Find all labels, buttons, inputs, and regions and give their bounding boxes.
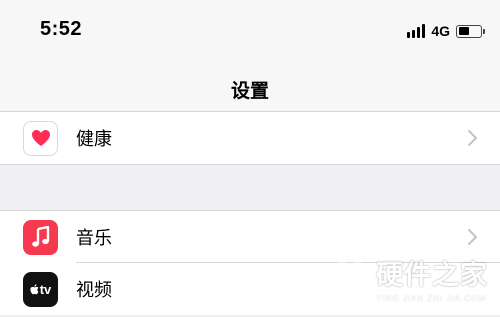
status-bar: 5:52 4G: [0, 0, 500, 62]
row-label-music: 音乐: [76, 228, 112, 248]
watermark-subtitle: YING JIAN ZHI JIA.COM: [376, 294, 486, 303]
settings-row-health[interactable]: 健康: [0, 112, 500, 164]
row-label-health: 健康: [76, 129, 112, 149]
watermark: 硬件之家 YING JIAN ZHI JIA.COM: [330, 253, 488, 303]
health-heart-icon: [23, 120, 58, 156]
chevron-right-icon: [468, 130, 477, 146]
tv-icon-text: tv: [39, 281, 52, 297]
watermark-title: 硬件之家: [376, 260, 488, 290]
status-time: 5:52: [40, 18, 83, 40]
row-label-video: 视频: [76, 280, 112, 300]
music-note-icon: [23, 219, 58, 255]
watermark-logo-icon: [331, 256, 369, 300]
cellular-signal-icon: [407, 24, 426, 38]
battery-icon: [456, 24, 485, 38]
apple-tv-icon: tv: [23, 271, 58, 307]
page-title: 设置: [230, 81, 269, 102]
network-type: 4G: [431, 23, 450, 39]
navigation-bar: 设置: [0, 62, 500, 112]
status-indicators: 4G: [407, 22, 485, 40]
chevron-right-icon: [468, 229, 477, 245]
settings-group-health: 健康: [0, 112, 500, 165]
